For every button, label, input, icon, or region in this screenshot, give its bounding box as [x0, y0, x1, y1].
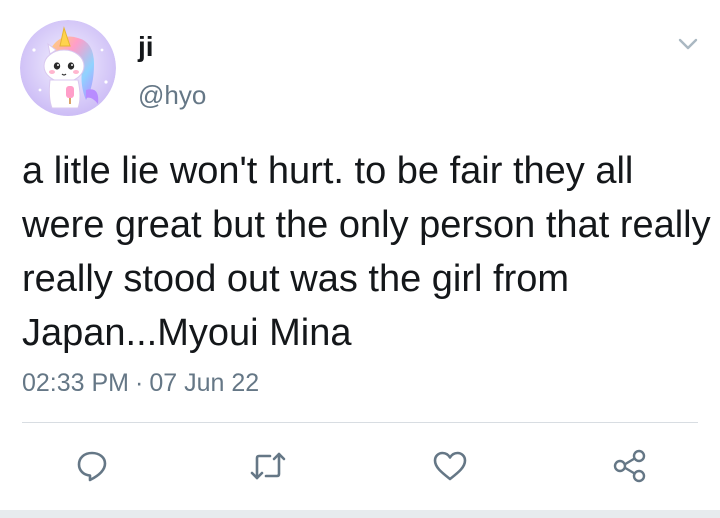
share-button[interactable]	[608, 444, 652, 488]
chevron-down-icon	[678, 38, 698, 50]
tweet-timestamp[interactable]: 02:33 PM · 07 Jun 22	[22, 368, 259, 398]
retweet-button[interactable]	[246, 444, 290, 488]
divider	[22, 422, 698, 423]
bottom-separator	[0, 510, 720, 518]
meta-separator: ·	[135, 369, 144, 397]
tweet-time: 02:33 PM	[22, 369, 130, 397]
tweet-options-button[interactable]	[676, 34, 700, 54]
retweet-icon	[250, 452, 286, 480]
heart-icon	[433, 451, 467, 481]
action-bar	[0, 440, 720, 490]
reply-icon	[77, 451, 107, 482]
avatar[interactable]	[20, 20, 116, 116]
tweet-date: 07 Jun 22	[149, 369, 260, 397]
tweet-text: a litle lie won't hurt. to be fair they …	[22, 150, 711, 354]
reply-button[interactable]	[70, 444, 114, 488]
share-icon	[613, 449, 646, 483]
display-name[interactable]: ji	[138, 30, 154, 64]
tweet-card: ji @hyo a litle lie won't hurt. to be fa…	[0, 0, 720, 518]
unicorn-avatar-icon	[20, 20, 116, 116]
like-button[interactable]	[428, 444, 472, 488]
user-handle[interactable]: @hyo	[138, 80, 206, 110]
